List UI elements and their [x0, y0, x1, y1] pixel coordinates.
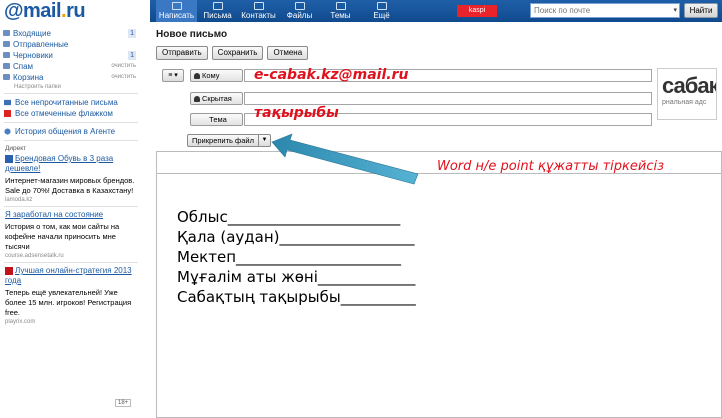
annotation-arrow-icon [271, 133, 419, 185]
